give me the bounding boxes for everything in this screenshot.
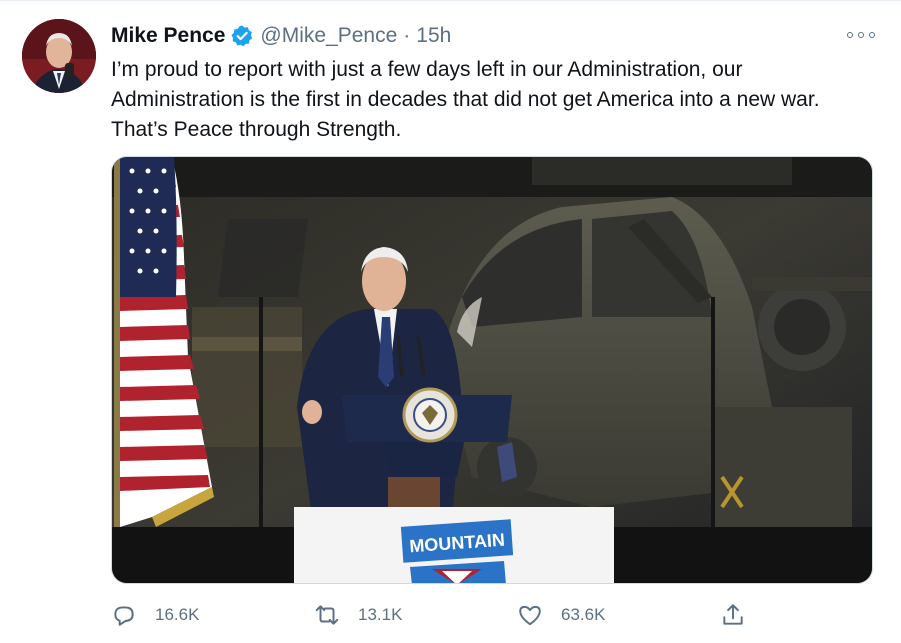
separator-dot: · (403, 24, 411, 47)
avatar[interactable] (22, 19, 96, 93)
share-icon (723, 604, 743, 625)
avatar-image (22, 19, 96, 93)
reply-icon (114, 606, 134, 626)
retweet-icon (315, 605, 339, 625)
tweet-media-photo[interactable]: MOUNTAIN (111, 156, 873, 584)
tweet-card[interactable]: Mike Pence @Mike_Pence · 15h I’m proud t… (0, 0, 901, 643)
reply-count: 16.6K (155, 605, 200, 624)
display-name[interactable]: Mike Pence (111, 24, 225, 48)
reply-button[interactable]: 16.6K (111, 598, 199, 632)
tweet-text: I’m proud to report with just a few days… (111, 58, 820, 141)
retweet-button[interactable]: 13.1K (314, 598, 402, 632)
user-handle[interactable]: @Mike_Pence (260, 24, 397, 48)
more-options-icon[interactable] (847, 25, 875, 45)
tweet-header: Mike Pence @Mike_Pence · 15h (111, 23, 451, 49)
heart-icon (519, 605, 541, 626)
tweet-actions: 16.6K 13.1K 63.6K (111, 598, 861, 632)
verified-badge-icon (230, 24, 254, 48)
like-count: 63.6K (561, 605, 606, 624)
like-button[interactable]: 63.6K (517, 598, 605, 632)
retweet-count: 13.1K (358, 605, 403, 624)
photo-speaker-at-podium: MOUNTAIN (112, 157, 872, 583)
share-button[interactable] (720, 598, 764, 632)
timestamp[interactable]: 15h (416, 24, 451, 48)
